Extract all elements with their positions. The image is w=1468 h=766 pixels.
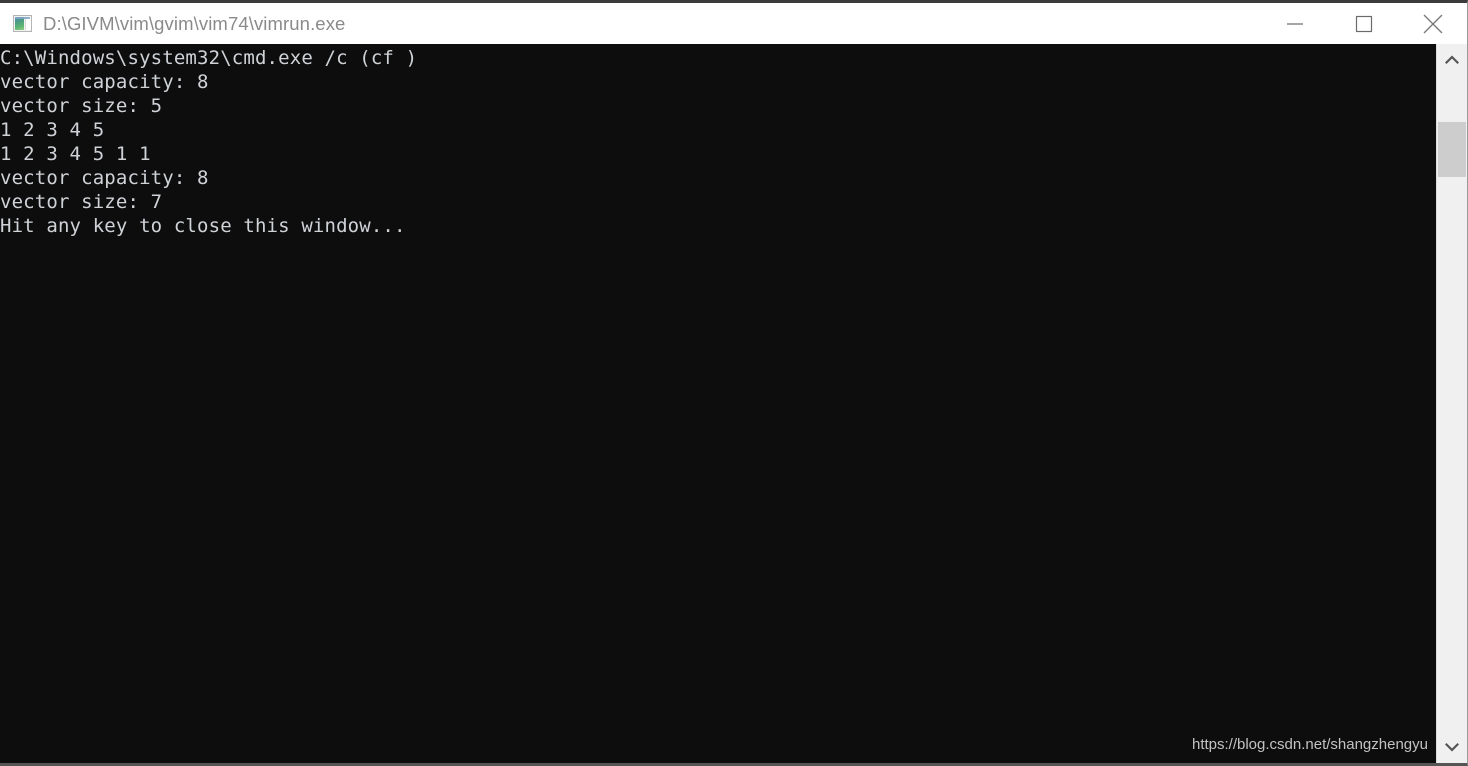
chevron-up-icon [1445,55,1459,65]
window-title: D:\GIVM\vim\gvim\vim74\vimrun.exe [43,12,346,34]
close-icon [1423,14,1442,33]
window-controls [1260,3,1467,44]
console-output-area[interactable]: C:\Windows\system32\cmd.exe /c (cf ) vec… [0,44,1436,763]
application-window: D:\GIVM\vim\gvim\vim74\vimrun.exe C:\Win… [0,0,1468,766]
app-icon-titlebar-stripe [15,17,30,19]
maximize-icon [1355,15,1372,32]
console-app-icon [13,15,32,32]
scroll-down-button[interactable] [1437,731,1467,763]
close-button[interactable] [1398,3,1467,44]
scroll-up-button[interactable] [1437,44,1467,76]
minimize-icon [1286,22,1303,25]
scrollbar-track[interactable] [1437,76,1467,731]
scrollbar-thumb[interactable] [1438,122,1466,177]
chevron-down-icon [1445,742,1459,752]
minimize-button[interactable] [1260,3,1329,44]
console-text: C:\Windows\system32\cmd.exe /c (cf ) vec… [0,47,418,237]
title-bar[interactable]: D:\GIVM\vim\gvim\vim74\vimrun.exe [0,3,1467,44]
maximize-button[interactable] [1329,3,1398,44]
vertical-scrollbar[interactable] [1436,44,1467,763]
watermark-url: https://blog.csdn.net/shangzhengyu [1191,736,1428,753]
